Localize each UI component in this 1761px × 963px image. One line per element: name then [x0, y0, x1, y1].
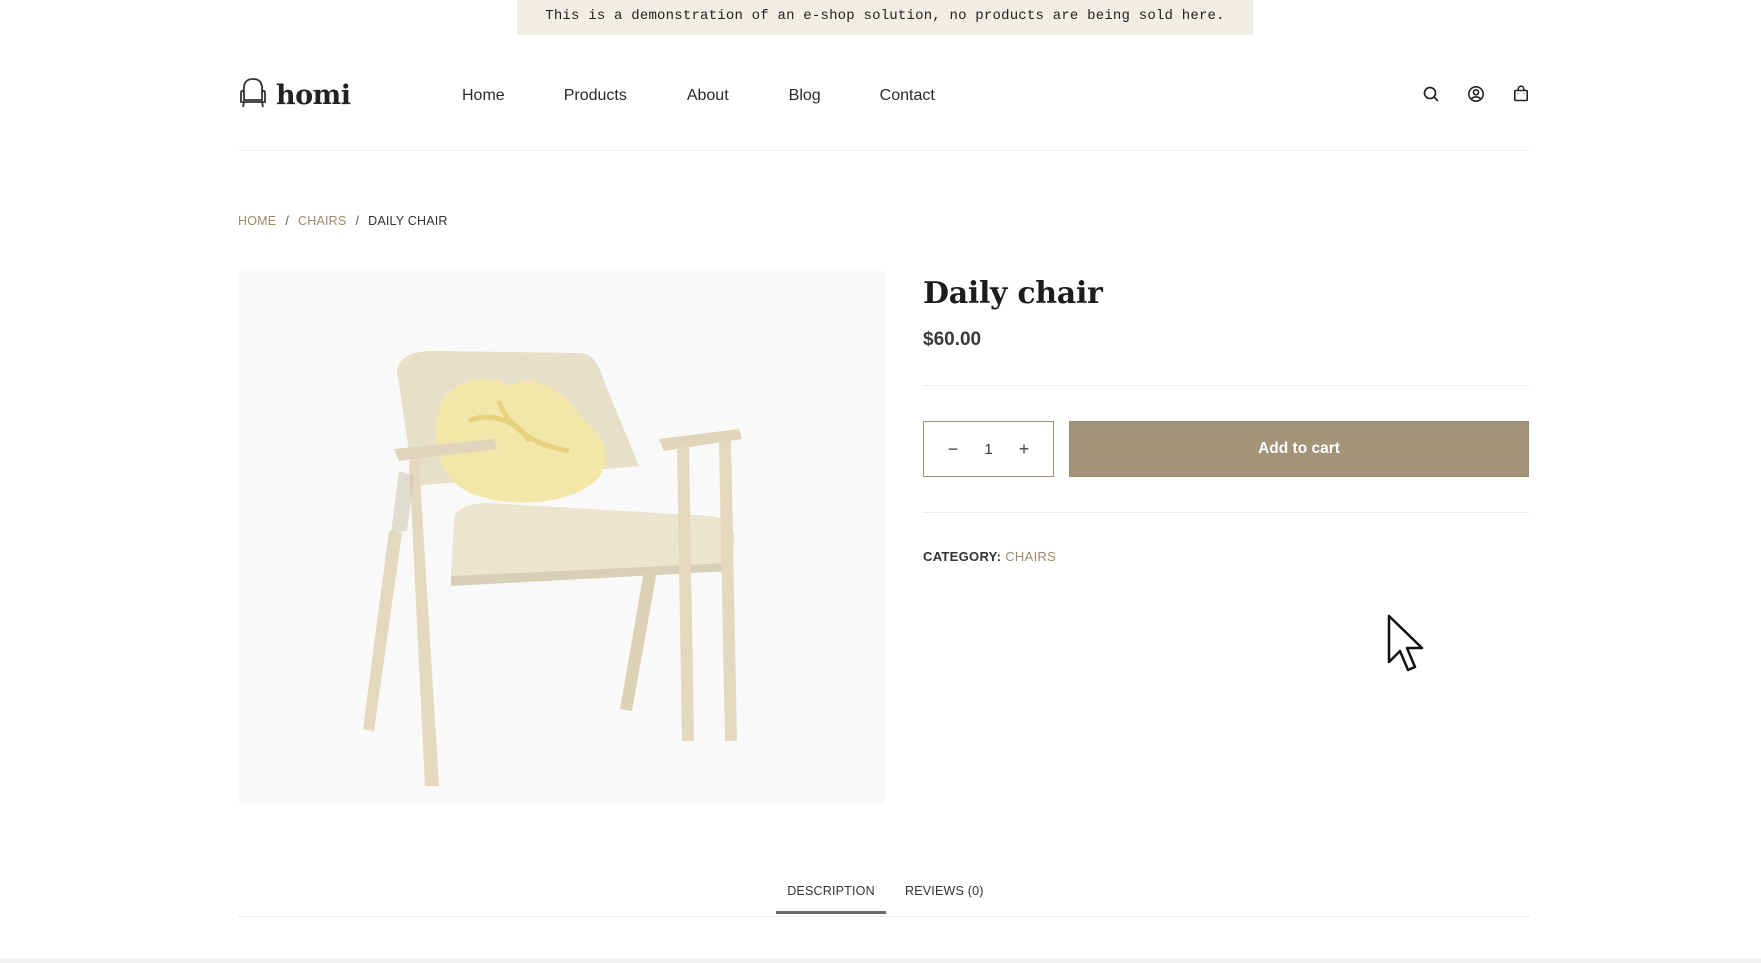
- buy-row: − 1 + Add to cart: [923, 421, 1530, 477]
- demo-notice-text: This is a demonstration of an e-shop sol…: [545, 7, 1225, 24]
- quantity-value[interactable]: 1: [984, 441, 992, 458]
- bottom-edge: [0, 958, 1761, 963]
- quantity-increase-button[interactable]: +: [1017, 439, 1031, 460]
- nav-blog[interactable]: Blog: [789, 87, 821, 105]
- tab-description[interactable]: DESCRIPTION: [776, 884, 886, 914]
- breadcrumb-current: DAILY CHAIR: [368, 214, 448, 228]
- product-info: Daily chair $60.00 − 1 + Add to cart CAT…: [923, 271, 1530, 564]
- breadcrumb-separator: /: [355, 214, 360, 228]
- product-category: CATEGORY: CHAIRS: [923, 549, 1530, 564]
- breadcrumb-category[interactable]: CHAIRS: [298, 214, 346, 228]
- demo-notice-bar: This is a demonstration of an e-shop sol…: [517, 0, 1253, 35]
- product-image[interactable]: [239, 271, 885, 805]
- quantity-stepper: − 1 +: [923, 421, 1054, 477]
- divider: [923, 512, 1529, 513]
- breadcrumb-home[interactable]: HOME: [238, 214, 276, 228]
- category-label: CATEGORY:: [923, 549, 1002, 564]
- nav-contact[interactable]: Contact: [880, 87, 935, 105]
- nav-products[interactable]: Products: [564, 87, 627, 105]
- tab-reviews[interactable]: REVIEWS (0): [905, 884, 984, 911]
- main-nav: Home Products About Blog Contact: [462, 87, 994, 105]
- account-icon[interactable]: [1467, 85, 1485, 103]
- category-link[interactable]: CHAIRS: [1005, 549, 1056, 564]
- add-to-cart-button[interactable]: Add to cart: [1069, 421, 1529, 477]
- header-icons: [1422, 85, 1530, 103]
- mouse-cursor-icon: [1386, 614, 1426, 674]
- product-tabs: DESCRIPTION REVIEWS (0): [238, 875, 1530, 917]
- breadcrumb-separator: /: [285, 214, 289, 228]
- site-header: homi Home Products About Blog Contact: [238, 60, 1530, 151]
- breadcrumb: HOME / CHAIRS / DAILY CHAIR: [238, 214, 448, 228]
- product-price: $60.00: [923, 329, 982, 350]
- nav-home[interactable]: Home: [462, 87, 505, 105]
- nav-about[interactable]: About: [687, 87, 729, 105]
- cart-bag-icon[interactable]: [1512, 85, 1530, 103]
- logo[interactable]: homi: [238, 76, 351, 115]
- armchair-icon: [238, 76, 268, 115]
- chair-illustration: [363, 351, 742, 786]
- logo-text: homi: [276, 80, 351, 111]
- product-title: Daily chair: [923, 276, 1103, 311]
- search-icon[interactable]: [1422, 85, 1440, 103]
- quantity-decrease-button[interactable]: −: [946, 439, 960, 460]
- divider: [923, 385, 1529, 386]
